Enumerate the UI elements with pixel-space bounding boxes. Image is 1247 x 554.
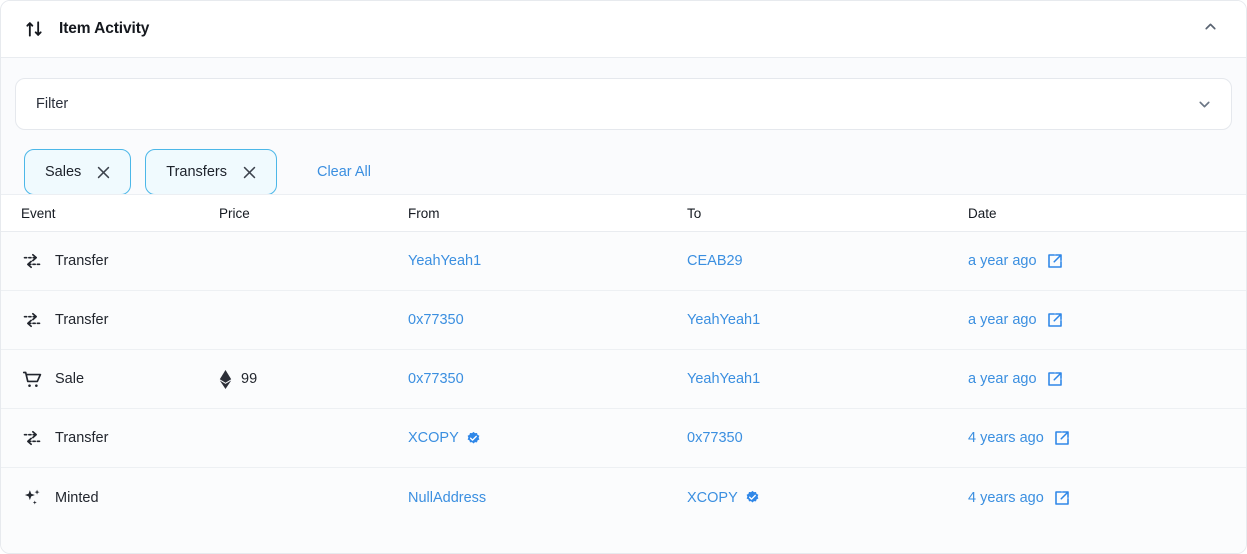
column-header-date: Date: [968, 205, 997, 221]
cell-event: Sale: [21, 368, 219, 390]
to-account-label: XCOPY: [687, 489, 738, 506]
column-header-price: Price: [219, 205, 250, 221]
cell-date: a year ago: [968, 311, 1246, 329]
page-title: Item Activity: [59, 20, 150, 37]
filter-dropdown-label: Filter: [36, 96, 69, 112]
activity-table: Event Price From To Date Transfer YeahYe…: [1, 194, 1246, 553]
table-row: Transfer YeahYeah1 CEAB29 a year ago: [1, 232, 1246, 291]
cell-to: XCOPY: [687, 489, 968, 507]
close-icon[interactable]: [241, 164, 258, 181]
price-value: 99: [241, 371, 258, 387]
date-link[interactable]: 4 years ago: [968, 490, 1044, 506]
filter-chip-transfers[interactable]: Transfers: [145, 149, 277, 195]
from-account-link[interactable]: 0x77350: [408, 312, 464, 328]
date-link[interactable]: a year ago: [968, 253, 1037, 269]
external-link-icon[interactable]: [1046, 370, 1064, 388]
to-account-link[interactable]: YeahYeah1: [687, 371, 760, 387]
event-label: Transfer: [55, 312, 109, 328]
to-account-link[interactable]: CEAB29: [687, 253, 743, 269]
cell-from: 0x77350: [408, 311, 687, 329]
transfer-arrows-icon: [21, 427, 43, 449]
filter-chip-label: Sales: [45, 164, 82, 180]
filter-chip-sales[interactable]: Sales: [24, 149, 132, 195]
cell-event: Transfer: [21, 309, 219, 331]
collapse-panel-button[interactable]: [1196, 15, 1224, 43]
from-account-link[interactable]: XCOPY: [408, 430, 481, 446]
panel-header: Item Activity: [1, 1, 1246, 58]
column-header-event: Event: [21, 205, 56, 221]
cell-from: XCOPY: [408, 429, 687, 447]
cell-date: 4 years ago: [968, 429, 1246, 447]
cell-to: YeahYeah1: [687, 370, 968, 388]
external-link-icon[interactable]: [1046, 311, 1064, 329]
column-header-to: To: [687, 205, 702, 221]
sparkles-icon: [21, 487, 43, 509]
ethereum-icon: [219, 369, 232, 389]
to-account-link[interactable]: 0x77350: [687, 430, 743, 446]
cell-from: 0x77350: [408, 370, 687, 388]
date-link[interactable]: 4 years ago: [968, 430, 1044, 446]
event-label: Minted: [55, 489, 99, 506]
cell-event: Transfer: [21, 250, 219, 272]
table-row: Transfer 0x77350 YeahYeah1 a year ago: [1, 291, 1246, 350]
cell-event: Transfer: [21, 427, 219, 449]
cell-to: CEAB29: [687, 252, 968, 270]
price-wrapper: 99: [219, 369, 258, 389]
event-label: Transfer: [55, 253, 109, 269]
verified-badge-icon: [745, 490, 760, 505]
transfer-arrows-icon: [21, 309, 43, 331]
date-link[interactable]: a year ago: [968, 312, 1037, 328]
active-filter-chips: Sales Transfers Clear All: [15, 130, 1232, 195]
table-header-row: Event Price From To Date: [1, 195, 1246, 232]
from-account-link[interactable]: 0x77350: [408, 371, 464, 387]
filter-area: Filter Sales Transfers Clear All: [1, 58, 1246, 195]
item-activity-panel: Item Activity Filter Sales Transfers Cle…: [0, 0, 1247, 554]
cell-to: YeahYeah1: [687, 311, 968, 329]
cell-date: a year ago: [968, 252, 1246, 270]
external-link-icon[interactable]: [1053, 429, 1071, 447]
event-label: Sale: [55, 371, 85, 387]
external-link-icon[interactable]: [1053, 489, 1071, 507]
table-row: Minted NullAddress XCOPY 4 years ago: [1, 468, 1246, 527]
from-account-link[interactable]: NullAddress: [408, 490, 486, 506]
cell-to: 0x77350: [687, 429, 968, 447]
event-label: Transfer: [55, 430, 109, 446]
external-link-icon[interactable]: [1046, 252, 1064, 270]
table-row: Sale 99 0x77350 YeahYeah1 a year ago: [1, 350, 1246, 409]
verified-badge-icon: [466, 431, 481, 446]
column-header-from: From: [408, 205, 440, 221]
cell-from: NullAddress: [408, 489, 687, 507]
chevron-down-icon: [1196, 96, 1213, 113]
to-account-link[interactable]: XCOPY: [687, 490, 760, 506]
close-icon[interactable]: [95, 164, 112, 181]
cell-date: 4 years ago: [968, 489, 1246, 507]
table-row: Transfer XCOPY 0x77350 4 years ago: [1, 409, 1246, 468]
to-account-link[interactable]: YeahYeah1: [687, 312, 760, 328]
cell-from: YeahYeah1: [408, 252, 687, 270]
filter-chip-label: Transfers: [166, 164, 227, 180]
transfer-arrows-icon: [21, 250, 43, 272]
cell-event: Minted: [21, 487, 219, 509]
filter-dropdown[interactable]: Filter: [15, 78, 1232, 130]
shopping-cart-icon: [21, 368, 43, 390]
panel-header-left: Item Activity: [23, 18, 1196, 40]
cell-date: a year ago: [968, 370, 1246, 388]
date-link[interactable]: a year ago: [968, 371, 1037, 387]
from-account-label: XCOPY: [408, 430, 459, 446]
from-account-link[interactable]: YeahYeah1: [408, 253, 481, 269]
arrows-up-down-icon: [23, 18, 45, 40]
clear-all-filters-link[interactable]: Clear All: [317, 164, 371, 180]
chevron-up-icon: [1202, 18, 1219, 40]
cell-price: 99: [219, 369, 408, 389]
